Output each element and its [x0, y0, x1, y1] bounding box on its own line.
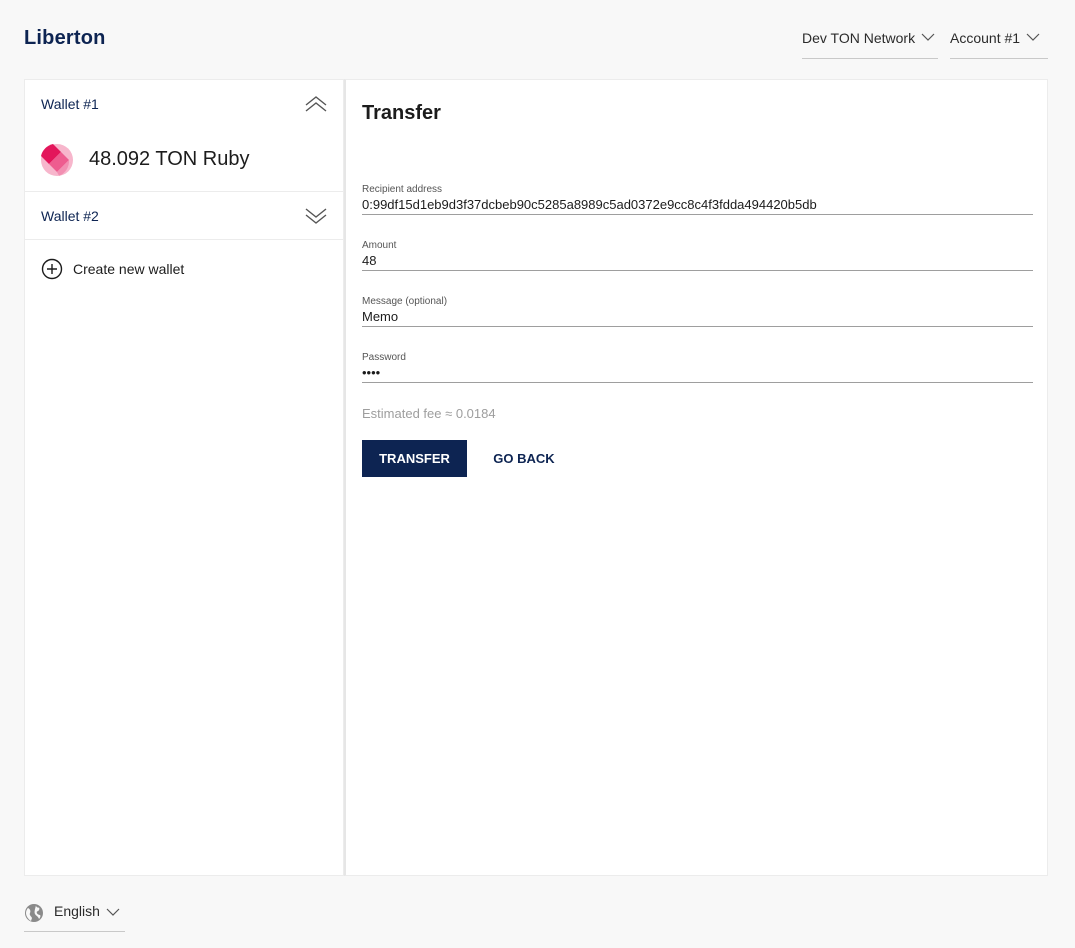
password-input[interactable]	[362, 364, 1033, 381]
network-select[interactable]: Dev TON Network	[802, 28, 938, 59]
app-logo-title: Liberton	[24, 27, 106, 49]
recipient-address-input[interactable]	[362, 196, 1033, 213]
estimated-fee: Estimated fee ≈ 0.0184	[362, 406, 496, 421]
chevron-down-icon	[106, 908, 120, 916]
message-input[interactable]	[362, 308, 1033, 325]
wallet-1-name: Wallet #1	[41, 96, 99, 112]
double-chevron-up-icon[interactable]	[305, 96, 327, 112]
amount-label: Amount	[362, 240, 397, 251]
network-select-label: Dev TON Network	[802, 30, 916, 46]
message-field: Message (optional)	[362, 296, 1033, 327]
globe-icon	[25, 904, 43, 922]
page-title: Transfer	[362, 102, 441, 124]
go-back-button[interactable]: GO BACK	[479, 440, 569, 477]
recipient-address-label: Recipient address	[362, 184, 443, 195]
wallet-2-name: Wallet #2	[41, 207, 99, 224]
wallet-sidebar: Wallet #1 48.092 TON Ruby Wallet #2 Crea…	[24, 79, 344, 876]
ruby-token-icon	[41, 143, 73, 176]
wallet-1-balance-row[interactable]: 48.092 TON Ruby	[25, 128, 343, 192]
wallet-2-header[interactable]: Wallet #2	[25, 192, 343, 240]
create-wallet-label: Create new wallet	[73, 261, 185, 277]
password-field: Password	[362, 352, 1033, 383]
transfer-button[interactable]: TRANSFER	[362, 440, 467, 477]
account-select-label: Account #1	[950, 30, 1021, 46]
account-select[interactable]: Account #1	[950, 28, 1048, 59]
language-select[interactable]: English	[24, 900, 125, 932]
language-label: English	[54, 903, 100, 919]
amount-input[interactable]	[362, 252, 1033, 269]
recipient-address-field: Recipient address	[362, 184, 1033, 215]
plus-circle-icon	[41, 258, 63, 280]
chevron-down-icon	[921, 33, 935, 41]
password-label: Password	[362, 352, 406, 363]
amount-field: Amount	[362, 240, 1033, 271]
message-label: Message (optional)	[362, 296, 448, 307]
wallet-1-balance: 48.092 TON Ruby	[89, 148, 250, 170]
chevron-down-icon	[1026, 33, 1040, 41]
double-chevron-down-icon[interactable]	[305, 207, 327, 224]
wallet-1-header[interactable]: Wallet #1	[25, 80, 343, 128]
create-wallet-button[interactable]: Create new wallet	[25, 240, 343, 298]
transfer-panel: Transfer Recipient address Amount Messag…	[344, 79, 1048, 876]
